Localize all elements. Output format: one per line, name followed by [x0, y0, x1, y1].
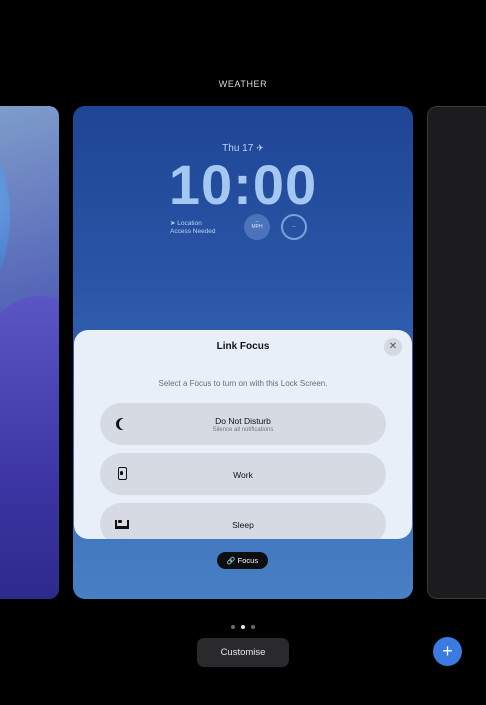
- customise-button[interactable]: Customise: [197, 638, 289, 667]
- lock-screen-card-previous[interactable]: [0, 106, 59, 599]
- lock-screen-card-next[interactable]: [427, 106, 486, 599]
- location-arrow-icon: ➤: [170, 220, 176, 227]
- location-widget[interactable]: ➤ Location Access Needed: [170, 220, 216, 236]
- gauge-widget-value: --: [292, 224, 296, 230]
- sheet-subtitle: Select a Focus to turn on with this Lock…: [158, 379, 328, 388]
- focus-option-label: Sleep: [232, 520, 254, 530]
- link-focus-sheet: Link Focus ✕ Select a Focus to turn on w…: [74, 330, 412, 539]
- close-button[interactable]: ✕: [384, 338, 402, 356]
- location-widget-line1: Location: [177, 220, 202, 227]
- focus-option-work[interactable]: Work: [100, 453, 386, 495]
- focus-chip[interactable]: 🔗 Focus: [217, 552, 268, 569]
- location-widget-line2: Access Needed: [170, 228, 216, 235]
- focus-option-do-not-disturb[interactable]: Do Not Disturb Silence all notifications: [100, 403, 386, 445]
- lock-screen-gallery: WEATHER Thu 17 ✈ 10:00 ➤ Location Access …: [0, 0, 486, 705]
- wind-widget[interactable]: -- MPH: [244, 214, 270, 240]
- close-icon: ✕: [388, 341, 398, 352]
- wallpaper-shape: [0, 116, 10, 316]
- lock-time: 10:00: [168, 153, 318, 216]
- wind-widget-unit: MPH: [251, 224, 263, 230]
- add-lock-screen-button[interactable]: +: [433, 637, 462, 666]
- page-dot[interactable]: [251, 625, 255, 629]
- wallpaper-type-label: WEATHER: [218, 79, 268, 89]
- page-dot-active[interactable]: [241, 625, 245, 629]
- sheet-title: Link Focus: [216, 341, 270, 352]
- link-icon: 🔗: [226, 558, 236, 565]
- page-indicator[interactable]: [0, 616, 486, 634]
- focus-chip-label: Focus: [237, 556, 259, 565]
- gauge-widget[interactable]: --: [281, 214, 307, 240]
- focus-option-sublabel: Silence all notifications: [212, 427, 274, 433]
- page-dot[interactable]: [231, 625, 235, 629]
- focus-option-label: Work: [233, 470, 253, 480]
- focus-option-label: Do Not Disturb: [215, 416, 271, 426]
- focus-option-sleep[interactable]: Sleep: [100, 503, 386, 539]
- wallpaper-shape: [0, 296, 59, 599]
